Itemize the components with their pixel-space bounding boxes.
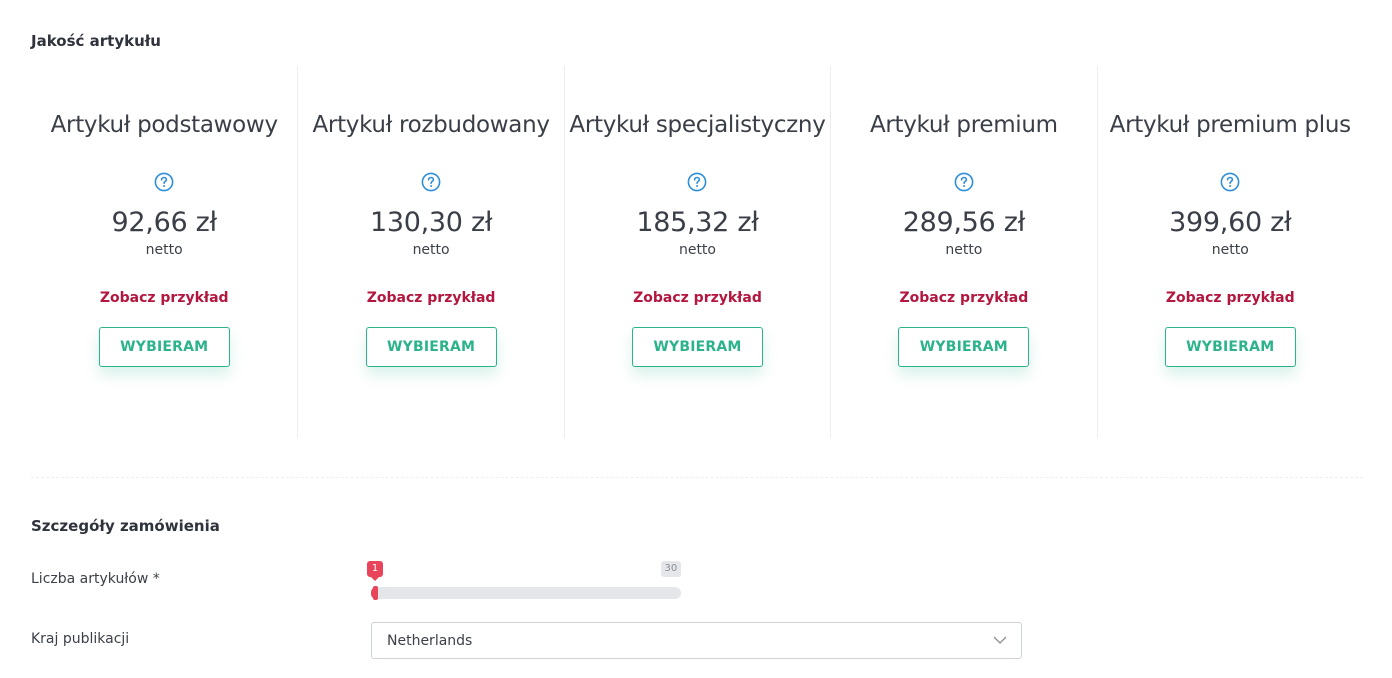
slider-value-bubble: 1	[367, 561, 383, 581]
quality-section-title: Jakość artykułu	[31, 32, 161, 50]
plan-name: Artykuł premium plus	[1109, 112, 1352, 138]
select-value: Netherlands	[387, 632, 473, 649]
article-count-slider[interactable]: 1 30	[367, 561, 683, 601]
plan-price-note: netto	[412, 242, 450, 258]
plan-price: 289,56 zł	[902, 207, 1026, 238]
plan-price-note: netto	[678, 242, 716, 258]
slider-track[interactable]	[371, 587, 681, 599]
see-example-link[interactable]: Zobacz przykład	[900, 288, 1029, 308]
plan-name: Artykuł specjalistyczny	[569, 112, 826, 138]
choose-plan-button[interactable]: WYBIERAM	[98, 327, 230, 367]
plan-price: 130,30 zł	[369, 207, 493, 238]
plan-card-extended: Artykuł rozbudowany 130,30 zł netto Zoba…	[297, 66, 563, 438]
section-divider	[31, 477, 1363, 478]
plan-price-note: netto	[145, 242, 183, 258]
choose-plan-button[interactable]: WYBIERAM	[631, 327, 763, 367]
publication-country-select[interactable]: Netherlands	[371, 622, 1022, 659]
question-circle-icon[interactable]	[154, 172, 174, 192]
see-example-link[interactable]: Zobacz przykład	[100, 288, 229, 308]
chevron-down-icon	[993, 636, 1007, 644]
question-circle-icon[interactable]	[421, 172, 441, 192]
plan-card-premium-plus: Artykuł premium plus 399,60 zł netto Zob…	[1096, 66, 1363, 438]
see-example-link[interactable]: Zobacz przykład	[367, 288, 496, 308]
plan-price-note: netto	[1211, 242, 1249, 258]
plan-card-specialist: Artykuł specjalistyczny 185,32 zł netto …	[563, 66, 830, 438]
plan-card-basic: Artykuł podstawowy 92,66 zł netto Zobacz…	[31, 66, 297, 438]
choose-plan-button[interactable]: WYBIERAM	[365, 327, 497, 367]
plan-price: 399,60 zł	[1169, 207, 1292, 238]
plan-name: Artykuł premium	[869, 112, 1058, 138]
question-circle-icon[interactable]	[1220, 172, 1240, 192]
choose-plan-button[interactable]: WYBIERAM	[1164, 327, 1296, 367]
plan-price: 185,32 zł	[636, 207, 759, 238]
choose-plan-button[interactable]: WYBIERAM	[898, 327, 1030, 367]
plan-name: Artykuł rozbudowany	[312, 112, 550, 138]
plan-card-premium: Artykuł premium 289,56 zł netto Zobacz p…	[830, 66, 1096, 438]
plan-list: Artykuł podstawowy 92,66 zł netto Zobacz…	[31, 66, 1363, 438]
slider-max-bubble: 30	[660, 561, 682, 577]
publication-country-label: Kraj publikacji	[31, 631, 130, 647]
details-section-title: Szczegóły zamówienia	[31, 517, 220, 535]
plan-price-note: netto	[945, 242, 983, 258]
plan-name: Artykuł podstawowy	[50, 112, 278, 138]
article-count-label: Liczba artykułów *	[31, 571, 160, 587]
question-circle-icon[interactable]	[687, 172, 707, 192]
slider-handle[interactable]	[373, 586, 378, 600]
see-example-link[interactable]: Zobacz przykład	[633, 288, 762, 308]
see-example-link[interactable]: Zobacz przykład	[1166, 288, 1295, 308]
question-circle-icon[interactable]	[954, 172, 974, 192]
plan-price: 92,66 zł	[111, 207, 218, 238]
